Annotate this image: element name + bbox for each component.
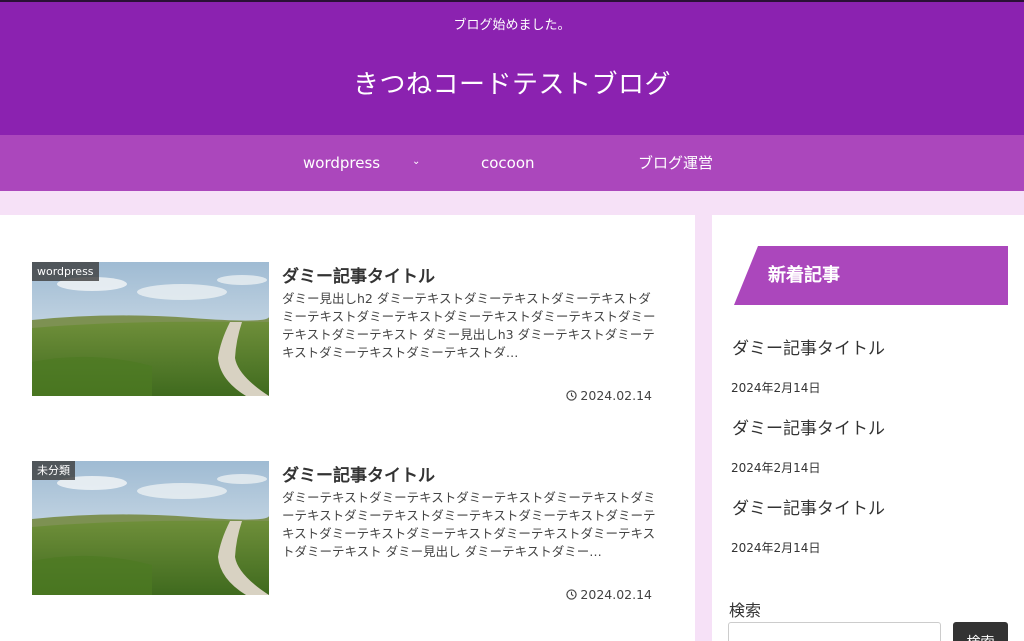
post-snippet: ダミーテキストダミーテキストダミーテキストダミーテキストダミーテキストダミーテキ… [282,490,656,559]
recent-posts-heading-text: 新着記事 [768,265,840,286]
site-tagline: ブログ始めました。 [453,18,571,33]
recent-post-title[interactable]: ダミー記事タイトル [732,494,885,519]
search-input[interactable] [728,622,941,641]
category-label: wordpress [32,262,99,281]
search-label: 検索 [729,601,762,620]
post-card[interactable]: wordpress ダミー記事タイトル ダミー見出しh2 ダミーテキストダミーテ… [32,262,662,403]
post-date-text: 2024.02.14 [580,388,652,403]
recent-post-date: 2024年2月14日 [731,381,821,395]
recent-post-title[interactable]: ダミー記事タイトル [732,414,885,439]
recent-post-date: 2024年2月14日 [731,541,821,555]
post-thumbnail[interactable]: 未分類 [32,461,269,595]
global-nav: wordpress ⌄ cocoon ブログ運営 [0,135,1024,191]
site-header: ブログ始めました。 きつねコードテストブログ [0,0,1024,135]
post-list: wordpress ダミー記事タイトル ダミー見出しh2 ダミーテキストダミーテ… [0,215,695,641]
sidebar: 新着記事 ダミー記事タイトル 2024年2月14日 ダミー記事タイトル 2024… [712,215,1024,641]
post-date: 2024.02.14 [566,587,652,602]
clock-icon [566,589,578,600]
post-thumbnail[interactable]: wordpress [32,262,269,396]
category-label: 未分類 [32,461,75,480]
post-date: 2024.02.14 [566,388,652,403]
nav-item-wordpress[interactable]: wordpress [303,135,380,191]
nav-item-cocoon[interactable]: cocoon [481,135,535,191]
post-date-text: 2024.02.14 [580,587,652,602]
nav-item-blog-management[interactable]: ブログ運営 [638,135,713,191]
search-button[interactable]: 検索 [953,622,1008,641]
post-snippet: ダミー見出しh2 ダミーテキストダミーテキストダミーテキストダミーテキストダミー… [282,291,656,360]
post-title[interactable]: ダミー記事タイトル [282,262,435,287]
post-title[interactable]: ダミー記事タイトル [282,461,435,486]
chevron-down-icon[interactable]: ⌄ [412,135,420,191]
recent-posts-heading: 新着記事 [734,246,1008,305]
site-title[interactable]: きつねコードテストブログ [0,64,1024,101]
recent-post-title[interactable]: ダミー記事タイトル [732,334,885,359]
recent-post-date: 2024年2月14日 [731,461,821,475]
post-card[interactable]: 未分類 ダミー記事タイトル ダミーテキストダミーテキストダミーテキストダミーテキ… [32,461,662,602]
clock-icon [566,390,578,401]
